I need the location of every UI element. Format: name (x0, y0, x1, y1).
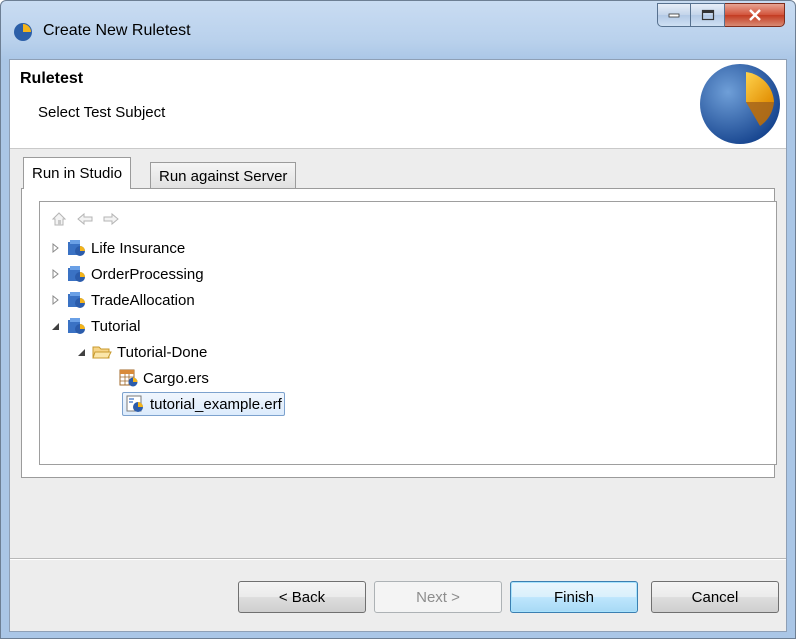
tab-run-against-server[interactable]: Run against Server (150, 162, 297, 189)
cancel-button[interactable]: Cancel (651, 581, 779, 613)
tree-node-label: tutorial_example.erf (150, 395, 282, 413)
tree-nav-bar (50, 210, 120, 228)
maximize-button[interactable] (691, 3, 725, 27)
close-icon (748, 9, 761, 21)
wizard-header: Ruletest Select Test Subject (10, 60, 786, 149)
open-folder-icon (92, 346, 112, 359)
logo-icon (700, 64, 780, 144)
expand-arrow-icon[interactable] (50, 268, 62, 280)
tree-node-label: OrderProcessing (91, 265, 204, 283)
dialog-body: Ruletest Select Test Subject Run in Stud… (9, 59, 787, 632)
project-icon (68, 266, 85, 282)
ruleset-file-icon (119, 369, 138, 387)
project-icon (68, 318, 85, 334)
tab-panel: Life Insurance OrderProcessing TradeAllo… (21, 188, 777, 478)
app-icon (14, 23, 32, 41)
close-button[interactable] (725, 3, 785, 27)
page-title: Ruletest (20, 70, 84, 87)
footer-divider-highlight (10, 559, 786, 560)
expand-arrow-icon[interactable] (50, 294, 62, 306)
tree-node-label: Tutorial (91, 317, 141, 335)
back-button[interactable]: < Back (238, 581, 366, 613)
project-icon (68, 292, 85, 308)
tree-node-tutorial-example-erf[interactable]: tutorial_example.erf (122, 392, 285, 416)
tree-node-tutorial[interactable]: Tutorial (50, 314, 140, 338)
tree-node-tutorial-done[interactable]: Tutorial-Done (76, 340, 207, 364)
maximize-icon (701, 9, 714, 21)
tree-node-tradeallocation[interactable]: TradeAllocation (50, 288, 195, 312)
page-subtitle: Select Test Subject (38, 104, 166, 121)
next-button[interactable]: Next > (374, 581, 502, 613)
forward-arrow-icon[interactable] (102, 210, 120, 228)
minimize-icon (668, 13, 680, 18)
tree-node-life-insurance[interactable]: Life Insurance (50, 236, 185, 260)
tree-node-label: Tutorial-Done (117, 343, 208, 361)
window-title: Create New Ruletest (43, 22, 191, 39)
tab-run-in-studio[interactable]: Run in Studio (23, 157, 132, 189)
tree-node-orderprocessing[interactable]: OrderProcessing (50, 262, 204, 286)
tree-node-label: Life Insurance (91, 239, 186, 257)
tree-node-label: TradeAllocation (91, 291, 195, 309)
tree-node-label: Cargo.ers (143, 369, 209, 387)
minimize-button[interactable] (657, 3, 691, 27)
tree-node-cargo-ers[interactable]: Cargo.ers (118, 366, 209, 390)
home-icon[interactable] (50, 210, 68, 228)
project-icon (68, 240, 85, 256)
ruleflow-file-icon (126, 395, 143, 412)
back-arrow-icon[interactable] (76, 210, 94, 228)
title-bar: Create New Ruletest (1, 1, 795, 59)
finish-button[interactable]: Finish (510, 581, 638, 613)
collapse-arrow-icon[interactable] (50, 320, 62, 332)
dialog-window: Create New Ruletest Ruletest Select Test… (0, 0, 796, 639)
project-tree[interactable]: Life Insurance OrderProcessing TradeAllo… (39, 201, 777, 465)
expand-arrow-icon[interactable] (50, 242, 62, 254)
collapse-arrow-icon[interactable] (76, 346, 88, 358)
